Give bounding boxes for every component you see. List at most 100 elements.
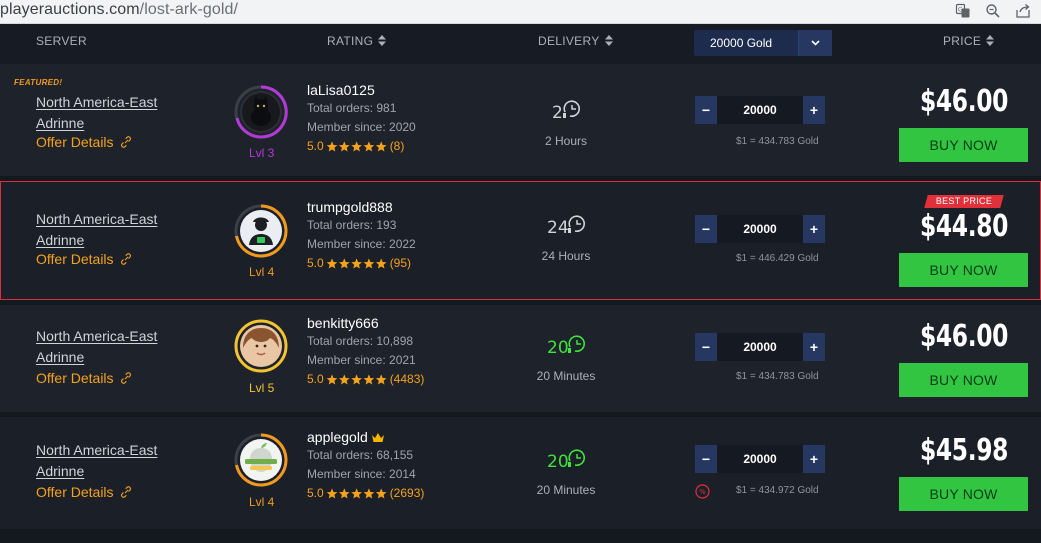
star-icon [350,488,362,499]
increase-button[interactable]: + [803,215,825,243]
star-icon [326,374,338,385]
server-link[interactable]: North America-East [36,92,157,113]
discount-percent-icon: % [695,484,710,499]
browser-address-bar[interactable]: playerauctions.com/lost-ark-gold/ G [0,0,1041,24]
offer-row: North America-East Adrinne Offer Details… [0,417,1041,529]
realm-link[interactable]: Adrinne [36,347,157,368]
buy-now-button[interactable]: BUY NOW [899,128,1028,162]
member-since: Member since: 2022 [307,237,416,251]
star-icon [363,488,374,499]
quantity-input[interactable]: 20000 [717,445,803,473]
quantity-input[interactable]: 20000 [717,215,803,243]
star-icon [338,488,350,499]
star-icon [326,141,338,152]
quantity-input[interactable]: 20000 [717,96,803,124]
sort-icon [986,35,995,46]
star-icon [375,488,387,499]
column-rating-sort[interactable]: RATING [327,34,387,48]
seller-avatar[interactable] [233,318,289,374]
column-price-sort[interactable]: PRICE [943,34,995,48]
clock-hands [576,340,581,345]
quantity-input[interactable]: 20000 [717,333,803,361]
offer-price: $45.98 [920,433,1008,468]
increase-button[interactable]: + [803,445,825,473]
star-icon [375,141,387,152]
seller-rating[interactable]: 5.0 (4483) [307,370,424,389]
exchange-rate: $1 = 434.783 Gold [736,136,819,147]
chevron-down-icon[interactable] [798,30,832,56]
column-server: SERVER [36,34,87,48]
quantity-stepper[interactable]: − 20000 + [695,333,825,361]
seller-avatar[interactable] [233,84,289,140]
seller-name[interactable]: benkitty666 [307,314,424,332]
offer-details-link[interactable]: Offer Details [36,370,132,386]
server-link[interactable]: North America-East [36,326,157,347]
star-icon [363,374,374,385]
seller-rating[interactable]: 5.0 (8) [307,137,416,156]
delivery-time-icon: 24 [547,215,586,238]
offer-row: North America-East Adrinne Offer Details… [0,305,1041,412]
table-header: SERVER RATING DELIVERY 20000 Gold PRICE [0,24,1041,64]
exchange-rate: $1 = 446.429 Gold [736,253,819,264]
gold-amount-select[interactable]: 20000 Gold [694,30,832,56]
delivery-info: 20 20 Minutes [521,331,611,383]
seller-name[interactable]: applegold [307,428,424,446]
total-orders: Total orders: 981 [307,101,397,115]
total-orders: Total orders: 10,898 [307,334,414,348]
seller-rating[interactable]: 5.0 (95) [307,254,416,273]
decrease-button[interactable]: − [695,215,717,243]
offer-details-link[interactable]: Offer Details [36,134,132,150]
offer-price: $46.00 [920,319,1008,354]
seller-rating[interactable]: 5.0 (2693) [307,484,424,503]
offer-details-link[interactable]: Offer Details [36,484,132,500]
seller-avatar[interactable] [233,203,289,259]
seller-avatar[interactable] [233,432,289,488]
realm-link[interactable]: Adrinne [36,461,157,482]
svg-text:G: G [958,7,963,14]
link-icon [120,253,131,265]
buy-now-button[interactable]: BUY NOW [899,253,1028,287]
share-icon[interactable] [1015,3,1031,19]
star-icon [350,141,362,152]
buy-now-button[interactable]: BUY NOW [899,363,1028,397]
total-orders: Total orders: 68,155 [307,448,414,462]
crown-icon [371,432,384,442]
offer-price: $44.80 [920,209,1008,244]
realm-link[interactable]: Adrinne [36,230,157,251]
realm-link[interactable]: Adrinne [36,113,157,134]
increase-button[interactable]: + [803,96,825,124]
exchange-rate: $1 = 434.972 Gold [736,485,819,496]
svg-text:%: % [699,488,706,496]
clock-hands [576,454,581,459]
seller-name[interactable]: trumpgold888 [307,198,416,216]
star-icon [338,258,350,269]
translate-icon[interactable]: G [955,3,971,19]
star-rating-icon [326,258,387,269]
delivery-info: 2 2 Hours [521,96,611,148]
quantity-stepper[interactable]: − 20000 + [695,215,825,243]
zoom-icon[interactable] [985,3,1001,19]
featured-tag: FEATURED! [14,78,63,87]
clock-hands [576,220,581,225]
member-since: Member since: 2020 [307,120,416,134]
link-icon [120,136,131,148]
seller-name[interactable]: laLisa0125 [307,81,416,99]
buy-now-button[interactable]: BUY NOW [899,477,1028,511]
delivery-time-icon: 20 [547,335,586,358]
url-text[interactable]: playerauctions.com/lost-ark-gold/ [0,1,238,19]
server-link[interactable]: North America-East [36,440,157,461]
delivery-time-icon: 20 [547,449,586,472]
star-icon [326,488,338,499]
offer-details-link[interactable]: Offer Details [36,251,132,267]
server-link[interactable]: North America-East [36,209,157,230]
quantity-stepper[interactable]: − 20000 + [695,96,825,124]
increase-button[interactable]: + [803,333,825,361]
quantity-stepper[interactable]: − 20000 + [695,445,825,473]
delivery-time-icon: 2 [552,100,581,123]
decrease-button[interactable]: − [695,445,717,473]
seller-level: Lvl 5 [249,381,275,395]
column-delivery-sort[interactable]: DELIVERY [538,34,613,48]
decrease-button[interactable]: − [695,333,717,361]
star-icon [350,374,362,385]
decrease-button[interactable]: − [695,96,717,124]
